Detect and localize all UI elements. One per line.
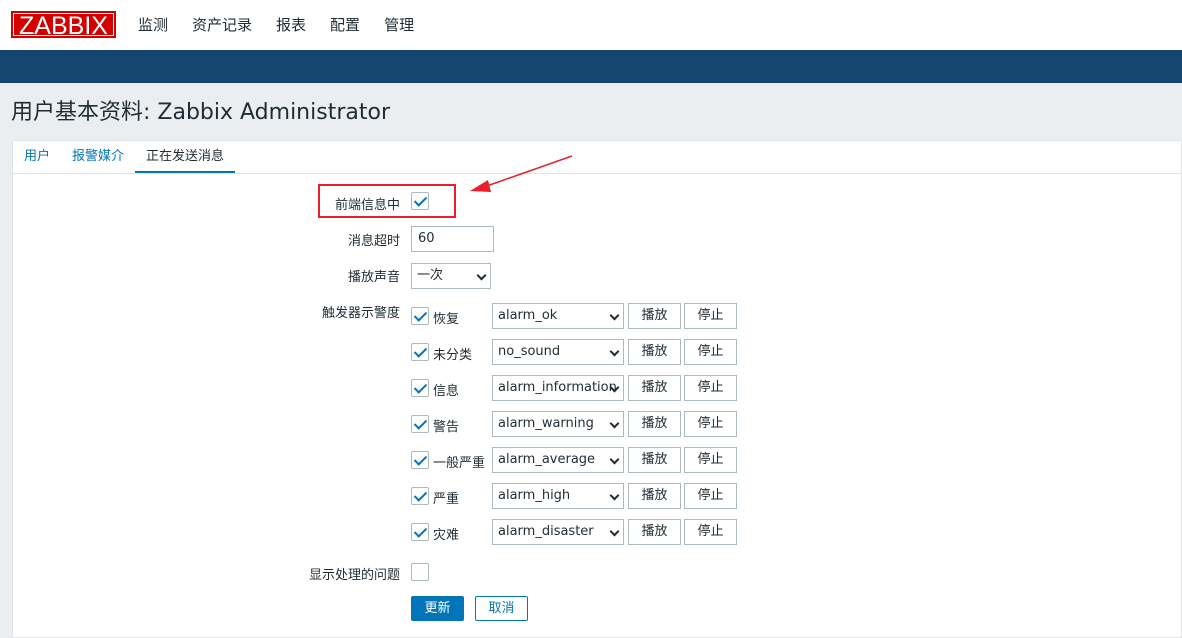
annotation-arrow-icon	[470, 155, 573, 192]
